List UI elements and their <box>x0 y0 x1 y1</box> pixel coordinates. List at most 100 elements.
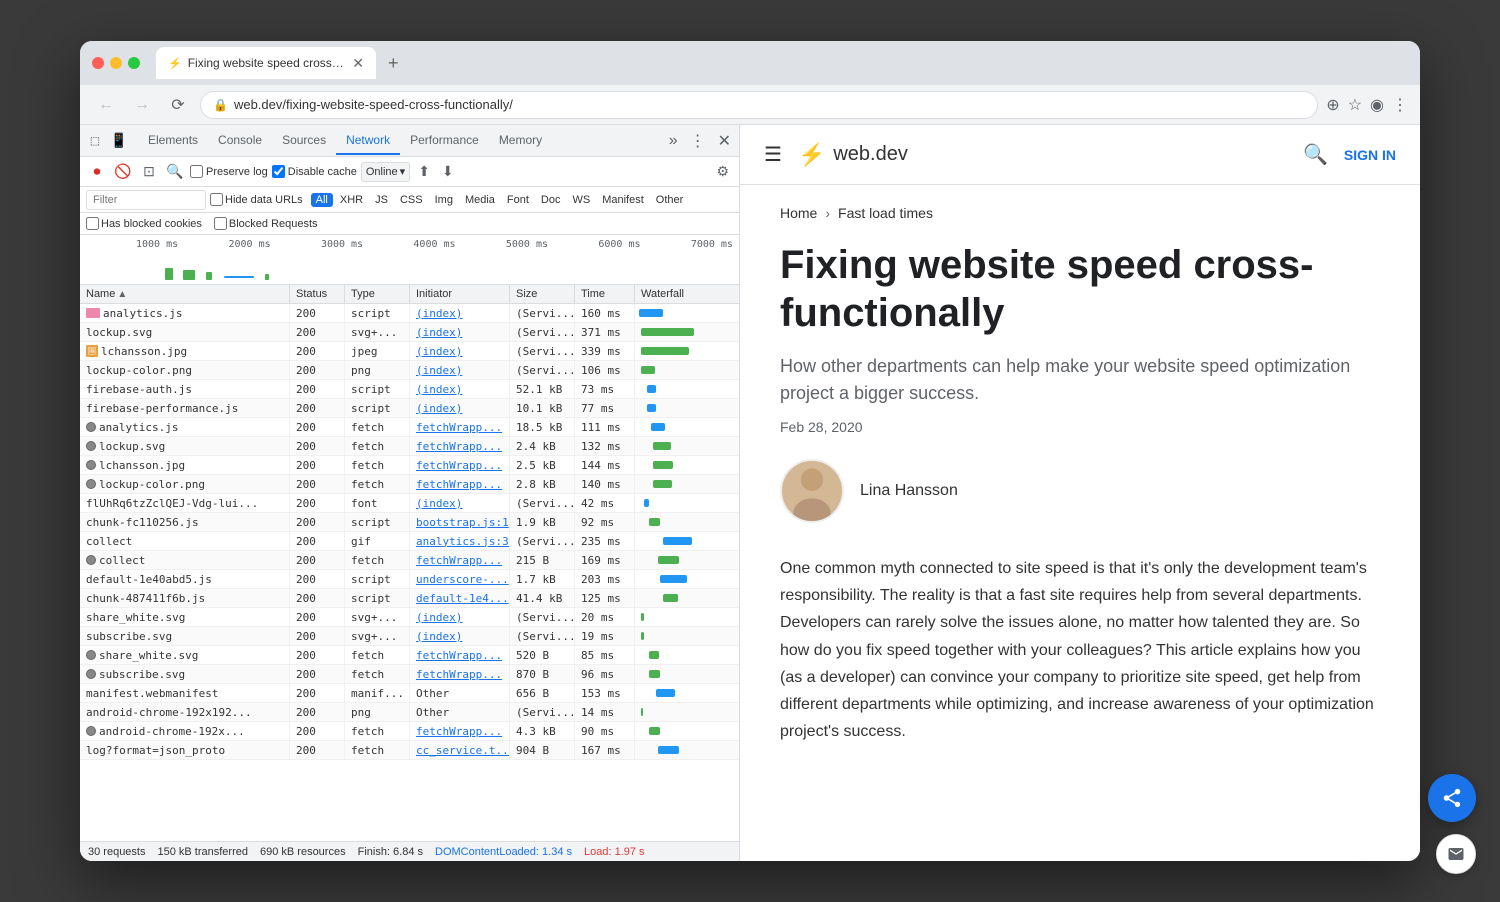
table-row[interactable]: subscribe.svg 200 fetch fetchWrapp... 87… <box>80 665 739 684</box>
filter-type-all[interactable]: All <box>311 193 333 207</box>
export-button[interactable]: ⬇ <box>438 161 458 182</box>
import-button[interactable]: ⬆ <box>414 161 434 182</box>
table-row[interactable]: chunk-fc110256.js 200 script bootstrap.j… <box>80 513 739 532</box>
tab-elements[interactable]: Elements <box>138 127 208 155</box>
filter-type-ws[interactable]: WS <box>567 193 595 207</box>
search-button[interactable]: 🔍 <box>164 161 186 183</box>
cell-initiator: (index) <box>410 494 510 512</box>
disable-cache-label: Disable cache <box>288 166 357 178</box>
table-row[interactable]: analytics.js 200 fetch fetchWrapp... 18.… <box>80 418 739 437</box>
table-row[interactable]: android-chrome-192x192... 200 png Other … <box>80 703 739 722</box>
tab-memory[interactable]: Memory <box>489 127 552 155</box>
cell-time: 90 ms <box>575 722 635 740</box>
table-row[interactable]: lockup.svg 200 svg+... (index) (Servi...… <box>80 323 739 342</box>
url-bar[interactable]: 🔒 web.dev/fixing-website-speed-cross-fun… <box>200 91 1318 119</box>
profile-icon[interactable]: ◉ <box>1370 95 1384 115</box>
table-row[interactable]: share_white.svg 200 fetch fetchWrapp... … <box>80 646 739 665</box>
breadcrumb-home[interactable]: Home <box>780 205 817 221</box>
inspect-element-icon[interactable]: ⬚ <box>84 130 106 152</box>
filter-type-manifest[interactable]: Manifest <box>597 193 649 207</box>
search-icon[interactable]: 🔍 <box>1303 142 1328 167</box>
table-row[interactable]: subscribe.svg 200 svg+... (index) (Servi… <box>80 627 739 646</box>
minimize-traffic-light[interactable] <box>110 57 122 69</box>
filter-type-xhr[interactable]: XHR <box>335 193 368 207</box>
cell-type: fetch <box>345 456 410 474</box>
filter-type-media[interactable]: Media <box>460 193 500 207</box>
table-row[interactable]: analytics.js 200 script (index) (Servi..… <box>80 304 739 323</box>
col-time[interactable]: Time <box>575 285 635 303</box>
table-row[interactable]: collect 200 gif analytics.js:36 (Servi..… <box>80 532 739 551</box>
reload-button[interactable]: ⟳ <box>164 91 192 119</box>
table-row[interactable]: lockup-color.png 200 fetch fetchWrapp...… <box>80 475 739 494</box>
tab-sources[interactable]: Sources <box>272 127 336 155</box>
cell-waterfall <box>635 703 739 721</box>
col-name[interactable]: Name ▲ <box>80 285 290 303</box>
new-tab-button[interactable]: + <box>380 49 407 78</box>
forward-button[interactable]: → <box>128 91 156 119</box>
hamburger-menu-icon[interactable]: ☰ <box>764 142 782 167</box>
filter-type-doc[interactable]: Doc <box>536 193 566 207</box>
menu-icon[interactable]: ⋮ <box>1392 95 1408 115</box>
table-row[interactable]: lockup.svg 200 fetch fetchWrapp... 2.4 k… <box>80 437 739 456</box>
tab-close-button[interactable]: ✕ <box>352 55 364 72</box>
blocked-requests-checkbox[interactable]: Blocked Requests <box>214 217 318 230</box>
resources-size: 690 kB resources <box>260 846 346 858</box>
col-initiator[interactable]: Initiator <box>410 285 510 303</box>
filter-type-font[interactable]: Font <box>502 193 534 207</box>
table-row[interactable]: chunk-487411f6b.js 200 script default-1e… <box>80 589 739 608</box>
throttling-dropdown[interactable]: Online ▾ <box>361 162 410 182</box>
has-blocked-cookies-checkbox[interactable]: Has blocked cookies <box>86 217 202 230</box>
cell-type: font <box>345 494 410 512</box>
filter-type-js[interactable]: JS <box>370 193 393 207</box>
table-row[interactable]: default-1e40abd5.js 200 script underscor… <box>80 570 739 589</box>
table-row[interactable]: manifest.webmanifest 200 manif... Other … <box>80 684 739 703</box>
preserve-log-checkbox[interactable]: Preserve log <box>190 165 268 178</box>
col-type[interactable]: Type <box>345 285 410 303</box>
settings-button[interactable]: ⚙ <box>712 161 733 182</box>
devtools-more-tabs-button[interactable]: » <box>665 129 682 153</box>
close-traffic-light[interactable] <box>92 57 104 69</box>
col-waterfall[interactable]: Waterfall <box>635 285 739 303</box>
active-tab[interactable]: ⚡ Fixing website speed cross-fu... ✕ <box>156 47 376 79</box>
cell-size: 1.9 kB <box>510 513 575 531</box>
devtools-options-button[interactable]: ⋮ <box>686 129 710 153</box>
tab-performance[interactable]: Performance <box>400 127 489 155</box>
cell-waterfall <box>635 627 739 645</box>
table-row[interactable]: firebase-performance.js 200 script (inde… <box>80 399 739 418</box>
disable-cache-checkbox[interactable]: Disable cache <box>272 165 357 178</box>
cell-time: 96 ms <box>575 665 635 683</box>
cell-initiator: bootstrap.js:1 <box>410 513 510 531</box>
clear-button[interactable]: 🚫 <box>112 161 134 183</box>
table-row[interactable]: share_white.svg 200 svg+... (index) (Ser… <box>80 608 739 627</box>
table-row[interactable]: lchansson.jpg 200 fetch fetchWrapp... 2.… <box>80 456 739 475</box>
cast-icon[interactable]: ⊕ <box>1326 95 1339 115</box>
sign-in-button[interactable]: SIGN IN <box>1344 147 1396 163</box>
filter-type-other[interactable]: Other <box>651 193 689 207</box>
table-row[interactable]: 🖼 lchansson.jpg 200 jpeg (index) (Servi.… <box>80 342 739 361</box>
col-size[interactable]: Size <box>510 285 575 303</box>
table-row[interactable]: flUhRq6tzZclQEJ-Vdg-lui... 200 font (ind… <box>80 494 739 513</box>
cell-time: 125 ms <box>575 589 635 607</box>
webdev-logo[interactable]: ⚡ web.dev <box>798 142 908 168</box>
devtools-close-button[interactable]: ✕ <box>714 129 735 153</box>
filter-type-css[interactable]: CSS <box>395 193 428 207</box>
cell-type: fetch <box>345 741 410 759</box>
table-row[interactable]: lockup-color.png 200 png (index) (Servi.… <box>80 361 739 380</box>
filter-input[interactable] <box>86 190 206 210</box>
bookmark-icon[interactable]: ☆ <box>1348 95 1362 115</box>
hide-data-urls-checkbox[interactable]: Hide data URLs <box>210 193 303 206</box>
table-row[interactable]: firebase-auth.js 200 script (index) 52.1… <box>80 380 739 399</box>
tab-network[interactable]: Network <box>336 127 400 155</box>
filter-type-img[interactable]: Img <box>430 193 458 207</box>
maximize-traffic-light[interactable] <box>128 57 140 69</box>
table-row[interactable]: log?format=json_proto 200 fetch cc_servi… <box>80 741 739 760</box>
table-row[interactable]: collect 200 fetch fetchWrapp... 215 B 16… <box>80 551 739 570</box>
col-status[interactable]: Status <box>290 285 345 303</box>
timeline-labels: 1000 ms 2000 ms 3000 ms 4000 ms 5000 ms … <box>136 239 733 250</box>
device-toolbar-icon[interactable]: 📱 <box>108 130 130 152</box>
filter-button[interactable]: ⊡ <box>138 161 160 183</box>
table-row[interactable]: android-chrome-192x... 200 fetch fetchWr… <box>80 722 739 741</box>
tab-console[interactable]: Console <box>208 127 272 155</box>
back-button[interactable]: ← <box>92 91 120 119</box>
record-button[interactable]: ⏺ <box>86 161 108 183</box>
